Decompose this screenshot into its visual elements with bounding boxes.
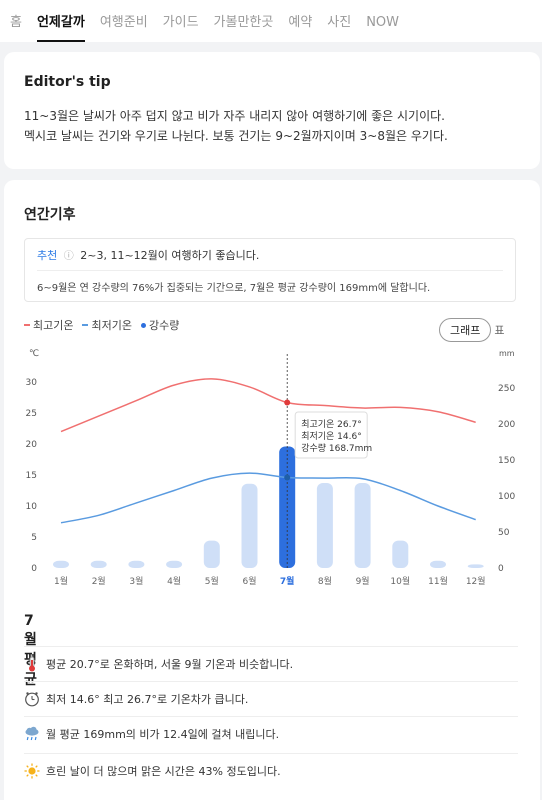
rain-bar-11 [430, 560, 446, 568]
selected-high-point [284, 399, 291, 406]
y-right-tick-200: 200 [498, 420, 515, 430]
thermometer-icon [24, 656, 40, 672]
y-right-tick-150: 150 [498, 456, 515, 466]
rain-bar-9 [354, 483, 371, 568]
rain-bar-10 [392, 540, 409, 568]
average-text-sun: 흐린 날이 더 많으며 맑은 시간은 43% 정도입니다. [46, 765, 281, 778]
x-tick-12: 12월 [466, 575, 486, 587]
rain-bar-8 [316, 483, 333, 568]
x-tick-5: 5월 [205, 575, 219, 587]
y-left-tick-0: 0 [31, 564, 37, 574]
y-left-tick-15: 15 [26, 471, 37, 481]
clock-icon [24, 691, 40, 707]
y-left-tick-25: 25 [26, 409, 37, 419]
x-tick-9: 9월 [356, 575, 370, 587]
tooltip-line-1: 최고기온 26.7° [301, 419, 362, 430]
average-row-sun: 흐린 날이 더 많으며 맑은 시간은 43% 정도입니다. [24, 753, 518, 788]
rain-bar-12 [467, 564, 484, 568]
y-left-unit: ℃ [29, 349, 39, 359]
x-tick-11: 11월 [428, 575, 448, 587]
selected-low-point [284, 474, 291, 481]
sun-icon [24, 763, 40, 779]
x-tick-4: 4월 [167, 575, 181, 587]
average-row-range: 최저 14.6° 최고 26.7°로 기온차가 큽니다. [24, 681, 518, 716]
average-text-temperature: 평균 20.7°로 온화하며, 서울 9월 기온과 비슷합니다. [46, 658, 294, 671]
rain-bar-3 [128, 560, 145, 568]
x-tick-8: 8월 [318, 575, 332, 587]
y-right-tick-50: 50 [498, 528, 510, 538]
rain-bar-1 [53, 560, 69, 568]
y-right-tick-0: 0 [498, 564, 504, 574]
tooltip-line-3: 강수량 168.7mm [301, 442, 372, 454]
rain-bar-2 [90, 560, 107, 568]
average-row-temperature: 평균 20.7°로 온화하며, 서울 9월 기온과 비슷합니다. [24, 646, 518, 681]
tooltip-line-2: 최저기온 14.6° [301, 431, 362, 442]
y-left-tick-10: 10 [26, 502, 38, 512]
x-tick-2: 2월 [92, 575, 106, 587]
rain-cloud-icon [24, 726, 40, 742]
x-tick-3: 3월 [129, 575, 143, 587]
y-left-tick-5: 5 [31, 533, 37, 543]
x-tick-10: 10월 [390, 575, 410, 587]
low-temp-line [60, 472, 476, 524]
x-tick-1: 1월 [54, 575, 68, 587]
y-left-tick-30: 30 [26, 378, 38, 388]
x-tick-7: 7월 [280, 575, 295, 587]
rain-bar-6 [241, 483, 258, 568]
y-right-unit: mm [499, 349, 515, 358]
rain-bar-4 [166, 560, 183, 568]
high-temp-line [60, 378, 476, 433]
y-right-tick-250: 250 [498, 384, 515, 394]
y-right-tick-100: 100 [498, 492, 515, 502]
climate-chart: ℃ mm 0 5 10 15 20 25 30 0 50 100 150 200 250 1월 2월 3월 4월 5월… [26, 349, 516, 587]
x-tick-6: 6월 [242, 575, 256, 587]
y-left-tick-20: 20 [26, 440, 38, 450]
average-text-range: 최저 14.6° 최고 26.7°로 기온차가 큽니다. [46, 693, 249, 706]
average-row-rain: 월 평균 169mm의 비가 12.4일에 걸쳐 내립니다. [24, 716, 518, 751]
rain-bar-5 [203, 540, 220, 568]
average-text-rain: 월 평균 169mm의 비가 12.4일에 걸쳐 내립니다. [46, 728, 280, 741]
